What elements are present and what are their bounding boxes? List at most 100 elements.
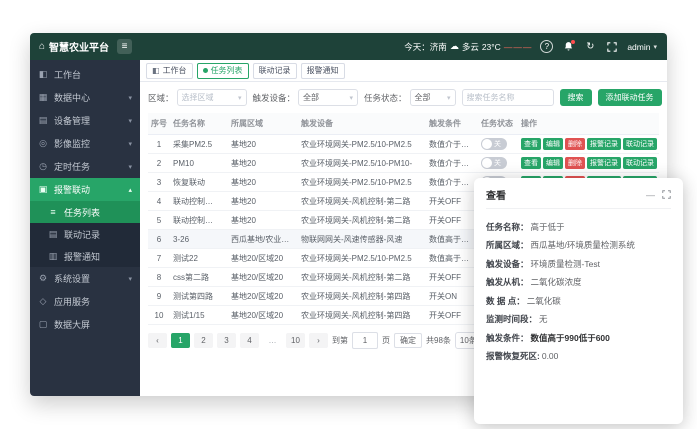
sidebar-item-data-center[interactable]: ▦数据中心▾: [30, 86, 140, 109]
status-toggle[interactable]: 关: [481, 138, 507, 150]
caret-down-icon: ▾: [653, 43, 657, 51]
alarm-record-button[interactable]: 报警记录: [587, 157, 621, 169]
weather-temperature: 23°C: [482, 42, 501, 52]
expand-icon[interactable]: [662, 190, 671, 199]
tab-label: 联动记录: [259, 65, 291, 76]
data-center-icon: ▦: [38, 92, 48, 103]
edit-button[interactable]: 编辑: [543, 138, 563, 150]
view-button[interactable]: 查看: [521, 157, 541, 169]
prev-page-button[interactable]: ‹: [148, 333, 167, 348]
timed-task-icon: ◷: [38, 161, 48, 172]
tab-label: 任务列表: [211, 65, 243, 76]
linkage-record-button[interactable]: 联动记录: [623, 138, 657, 150]
status-toggle[interactable]: 关: [481, 157, 507, 169]
page-button-10[interactable]: 10: [286, 333, 305, 348]
tab-workbench[interactable]: ◧工作台: [146, 63, 193, 79]
dialog-header: 查看 —: [486, 187, 671, 209]
page-button-2[interactable]: 2: [194, 333, 213, 348]
modal-field-value: 二氧化碳: [527, 296, 561, 306]
filter-status-label: 任务状态：: [364, 92, 407, 104]
view-button[interactable]: 查看: [521, 138, 541, 150]
sidebar-subitem-linkage-record[interactable]: ▤联动记录: [30, 223, 140, 245]
tab-linkage-record[interactable]: 联动记录: [253, 63, 297, 79]
filter-device: 触发设备： 全部 ▾: [253, 89, 359, 106]
sidebar-item-video-monitor[interactable]: ◎影像监控▾: [30, 132, 140, 155]
linkage-record-button[interactable]: 联动记录: [623, 157, 657, 169]
sidebar: ◧工作台▦数据中心▾▤设备管理▾◎影像监控▾ ◷ 定时任务 ▾ ▣报警联动▴≡任务列表▤…: [30, 60, 140, 396]
minimize-icon[interactable]: —: [646, 190, 655, 200]
sidebar-item-workbench[interactable]: ◧工作台: [30, 63, 140, 86]
user-menu[interactable]: admin ▾: [627, 42, 657, 52]
cell-actions: 查看编辑删除报警记录联动记录: [518, 154, 659, 173]
chevron-down-icon: ▾: [238, 94, 242, 102]
sidebar-menu: ◧工作台▦数据中心▾▤设备管理▾◎影像监控▾ ◷ 定时任务 ▾ ▣报警联动▴≡任务列表▤…: [30, 63, 140, 336]
chevron-icon: ▾: [128, 163, 132, 171]
chevron-down-icon: ▾: [350, 94, 354, 102]
page-button-4[interactable]: 4: [240, 333, 259, 348]
region-select[interactable]: 选择区域 ▾: [177, 89, 247, 106]
sidebar-item-device-mgmt[interactable]: ▤设备管理▾: [30, 109, 140, 132]
modal-field: 所属区域：西瓜基地/环境质量检测系统: [486, 239, 671, 251]
cell-device: 农业环境网关-风机控制-第二路: [298, 192, 426, 211]
sidebar-subitem-alarm-notice[interactable]: ▥报警通知: [30, 245, 140, 267]
cell-region: 基地20: [228, 154, 298, 173]
column-header: 任务状态: [478, 113, 518, 135]
table-row: 1采集PM2.5基地20农业环境网关-PM2.5/10-PM2.5数值介于…关查…: [148, 135, 659, 154]
modal-field-value: 西瓜基地/环境质量检测系统: [531, 240, 635, 250]
page-button-3[interactable]: 3: [217, 333, 236, 348]
modal-field-value: 数值高于990低于600: [531, 333, 610, 343]
tab-label: 报警通知: [307, 65, 339, 76]
grid-icon: ◧: [152, 66, 160, 75]
add-linkage-task-button[interactable]: 添加联动任务: [598, 89, 662, 106]
sidebar-item-system-settings[interactable]: ⚙系统设置▾: [30, 267, 140, 290]
sidebar-item-timed-task[interactable]: ◷ 定时任务 ▾: [30, 155, 140, 178]
tab-alarm-notice[interactable]: 报警通知: [301, 63, 345, 79]
cell-condition: 数值介于…: [426, 154, 478, 173]
cell-device: 农业环境网关-风机控制-第二路: [298, 211, 426, 230]
cloud-icon: ☁: [450, 41, 459, 52]
delete-button[interactable]: 删除: [565, 157, 585, 169]
refresh-icon[interactable]: ↻: [583, 40, 597, 54]
next-page-button[interactable]: ›: [309, 333, 328, 348]
search-button[interactable]: 搜索: [560, 89, 592, 106]
sidebar-item-app-service[interactable]: ◇应用服务: [30, 290, 140, 313]
delete-button[interactable]: 删除: [565, 138, 585, 150]
sidebar-subitem-task-list[interactable]: ≡任务列表: [30, 201, 140, 223]
modal-field-label: 任务名称：: [486, 222, 529, 232]
task-name-search-input[interactable]: [462, 89, 554, 106]
cell-device: 农业环境网关-风机控制-第四路: [298, 287, 426, 306]
cell-index: 6: [148, 230, 170, 249]
cell-task-name: 采集PM2.5: [170, 135, 228, 154]
toggle-knob: [482, 139, 492, 149]
tab-task-list[interactable]: 任务列表: [197, 63, 249, 79]
cell-task-name: 测试第四路: [170, 287, 228, 306]
status-select[interactable]: 全部 ▾: [410, 89, 456, 106]
modal-field-value: 0.00: [542, 351, 559, 361]
sidebar-item-label: 定时任务: [54, 160, 90, 173]
modal-field: 触发设备：环境质量检测-Test: [486, 258, 671, 270]
modal-field-value: 环境质量检测-Test: [531, 259, 600, 269]
sidebar-item-alarm-linkage[interactable]: ▣报警联动▴: [30, 178, 140, 201]
device-select-value: 全部: [303, 92, 319, 103]
jump-confirm-button[interactable]: 确定: [394, 333, 422, 348]
jump-page-input[interactable]: [352, 332, 378, 349]
modal-field-value: 无: [539, 314, 548, 324]
alarm-record-button[interactable]: 报警记录: [587, 138, 621, 150]
filter-region-label: 区域：: [148, 92, 174, 104]
cell-status: 关: [478, 154, 518, 173]
help-icon[interactable]: ?: [540, 40, 553, 53]
edit-button[interactable]: 编辑: [543, 157, 563, 169]
dialog-body: 任务名称：高于低于所属区域：西瓜基地/环境质量检测系统触发设备：环境质量检测-T…: [486, 209, 671, 369]
sidebar-item-data-screen[interactable]: ▢数据大屏: [30, 313, 140, 336]
page-button-1[interactable]: 1: [171, 333, 190, 348]
notification-badge: [571, 40, 575, 44]
cell-region: 西瓜基地/农业环…: [228, 230, 298, 249]
toggle-knob: [482, 158, 492, 168]
device-select[interactable]: 全部 ▾: [298, 89, 358, 106]
cell-region: 基地20: [228, 211, 298, 230]
bell-icon[interactable]: [561, 40, 575, 54]
cell-region: 基地20/区域20: [228, 287, 298, 306]
fullscreen-icon[interactable]: [605, 40, 619, 54]
cell-condition: 数值高于…: [426, 230, 478, 249]
sidebar-toggle-icon[interactable]: ≡: [117, 39, 132, 54]
